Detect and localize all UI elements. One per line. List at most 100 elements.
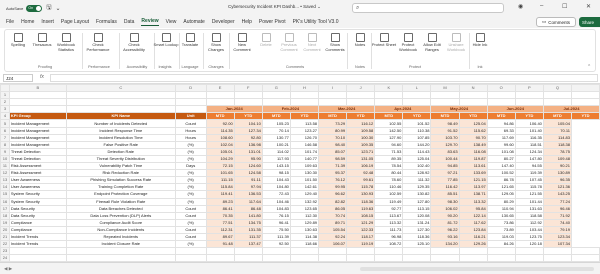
value-cell[interactable]: 75.50	[261, 225, 291, 234]
tab-help[interactable]: Help	[242, 19, 252, 25]
value-cell[interactable]: 119.19	[346, 240, 376, 249]
value-cell[interactable]: 111.37	[233, 232, 263, 242]
value-cell[interactable]: 101.40	[514, 126, 544, 135]
kpi-name-cell[interactable]: Compliance Audit Score	[65, 218, 176, 227]
thesaurus-button[interactable]: Thesaurus	[29, 33, 55, 48]
value-cell[interactable]: 92.24	[318, 232, 348, 242]
row-header[interactable]: 21	[0, 232, 10, 242]
value-cell[interactable]: 125.04	[458, 119, 488, 128]
value-cell[interactable]: 71.39	[318, 162, 348, 171]
value-cell[interactable]: 100.21	[261, 140, 291, 149]
cell[interactable]	[261, 247, 291, 256]
cell[interactable]	[289, 254, 320, 262]
value-cell[interactable]: 104.10	[233, 119, 263, 128]
cell[interactable]	[514, 98, 544, 107]
row-header[interactable]: 7	[0, 133, 10, 142]
column-header[interactable]: G	[261, 84, 291, 93]
value-cell[interactable]: 103.44	[514, 225, 544, 234]
value-cell[interactable]: 102.55	[374, 119, 404, 128]
value-cell[interactable]: 70.35	[205, 211, 235, 220]
value-cell[interactable]: 108.72	[374, 240, 404, 249]
cell[interactable]	[542, 247, 573, 256]
value-cell[interactable]: 131.01	[233, 147, 263, 156]
cell[interactable]	[571, 254, 600, 262]
value-cell[interactable]: 86.41	[205, 204, 235, 213]
workbook-statistics-button[interactable]: Workbook Statistics	[53, 33, 79, 52]
unit-cell[interactable]: Hours	[174, 133, 207, 142]
show-changes-button[interactable]: Show Changes	[203, 33, 229, 52]
value-cell[interactable]: 142.50	[374, 126, 404, 135]
value-cell[interactable]: 136.98	[233, 140, 263, 149]
value-cell[interactable]: 96.46	[542, 204, 573, 213]
value-cell[interactable]: 98.49	[430, 119, 460, 128]
unit-cell[interactable]: (%)	[174, 154, 207, 164]
value-cell[interactable]: 92.48	[346, 169, 376, 178]
formula-input[interactable]	[50, 74, 598, 82]
value-cell[interactable]: 109.48	[542, 154, 573, 164]
check-accessibility-button[interactable]: Check Accessibility	[121, 33, 147, 52]
ytd-header[interactable]: YTD	[458, 112, 488, 121]
cell[interactable]	[65, 254, 176, 262]
unit-cell[interactable]: (%)	[174, 197, 207, 206]
value-cell[interactable]: 121.15	[458, 176, 488, 185]
value-cell[interactable]: 115.78	[514, 183, 544, 192]
row-header[interactable]: 17	[0, 204, 10, 213]
kpi-group-cell[interactable]: Risk Assessment	[8, 162, 67, 171]
kpi-group-cell[interactable]: Data Security	[8, 211, 67, 220]
kpi-group-cell[interactable]: Threat Detection	[8, 154, 67, 164]
month-header[interactable]: Apr-2024	[374, 105, 432, 114]
close-icon[interactable]: ✕	[586, 3, 591, 10]
value-cell[interactable]: 77.24	[542, 197, 573, 206]
value-cell[interactable]: 119.87	[458, 154, 488, 164]
kpi-group-header[interactable]: KPI Group	[8, 112, 67, 121]
cell[interactable]	[65, 91, 176, 100]
value-cell[interactable]: 118.51	[514, 140, 544, 149]
smart-lookup-button[interactable]: Smart Lookup	[153, 33, 179, 48]
unit-cell[interactable]: (%)	[174, 190, 207, 199]
value-cell[interactable]: 115.78	[346, 183, 376, 192]
kpi-group-cell[interactable]: Threat Detection	[8, 147, 67, 156]
tab-page-layout[interactable]: Page Layout	[61, 19, 89, 25]
value-cell[interactable]: 127.30	[402, 225, 432, 234]
column-header[interactable]: D	[174, 84, 207, 93]
value-cell[interactable]: 86.05	[318, 204, 348, 213]
unit-cell[interactable]: Count	[174, 232, 207, 242]
value-cell[interactable]: 86.48	[233, 204, 263, 213]
value-cell[interactable]: 131.35	[233, 225, 263, 234]
kpi-group-cell[interactable]: Compliance	[8, 225, 67, 234]
value-cell[interactable]: 70.14	[261, 126, 291, 135]
new-comment-button[interactable]: New Comment	[229, 33, 255, 52]
value-cell[interactable]: 113.58	[289, 119, 320, 128]
ytd-header[interactable]: YTD	[402, 112, 432, 121]
value-cell[interactable]: 94.55	[514, 162, 544, 171]
value-cell[interactable]: 71.92	[542, 211, 573, 220]
value-cell[interactable]: 121.65	[486, 183, 516, 192]
unit-cell[interactable]: (%)	[174, 218, 207, 227]
column-header[interactable]: P	[514, 84, 544, 93]
value-cell[interactable]: 106.07	[318, 240, 348, 249]
value-cell[interactable]: 104.80	[261, 183, 291, 192]
column-header[interactable]: Q	[542, 84, 573, 93]
value-cell[interactable]: 109.35	[346, 140, 376, 149]
value-cell[interactable]: 98.40	[318, 140, 348, 149]
value-cell[interactable]: 99.60	[486, 140, 516, 149]
cell[interactable]	[233, 254, 263, 262]
kpi-name-cell[interactable]: Non-Compliance Incidents	[65, 225, 176, 234]
cell[interactable]	[542, 254, 573, 262]
value-cell[interactable]: 113.61	[458, 162, 488, 171]
value-cell[interactable]: 89.35	[374, 154, 404, 164]
row-header[interactable]: 10	[0, 154, 10, 164]
kpi-name-cell[interactable]: Threat Severity Distribution	[65, 154, 176, 164]
cell[interactable]	[430, 91, 460, 100]
row-header[interactable]: 19	[0, 218, 10, 227]
value-cell[interactable]: 113.32	[458, 197, 488, 206]
value-cell[interactable]: 77.51	[205, 218, 235, 227]
row-header[interactable]: 6	[0, 126, 10, 135]
value-cell[interactable]: 82.82	[318, 197, 348, 206]
value-cell[interactable]: 85.51	[430, 190, 460, 199]
month-header[interactable]: Mar-2024	[318, 105, 376, 114]
value-cell[interactable]: 147.40	[486, 162, 516, 171]
value-cell[interactable]: 147.80	[514, 154, 544, 164]
value-cell[interactable]: 97.21	[430, 169, 460, 178]
value-cell[interactable]: 78.54	[374, 162, 404, 171]
